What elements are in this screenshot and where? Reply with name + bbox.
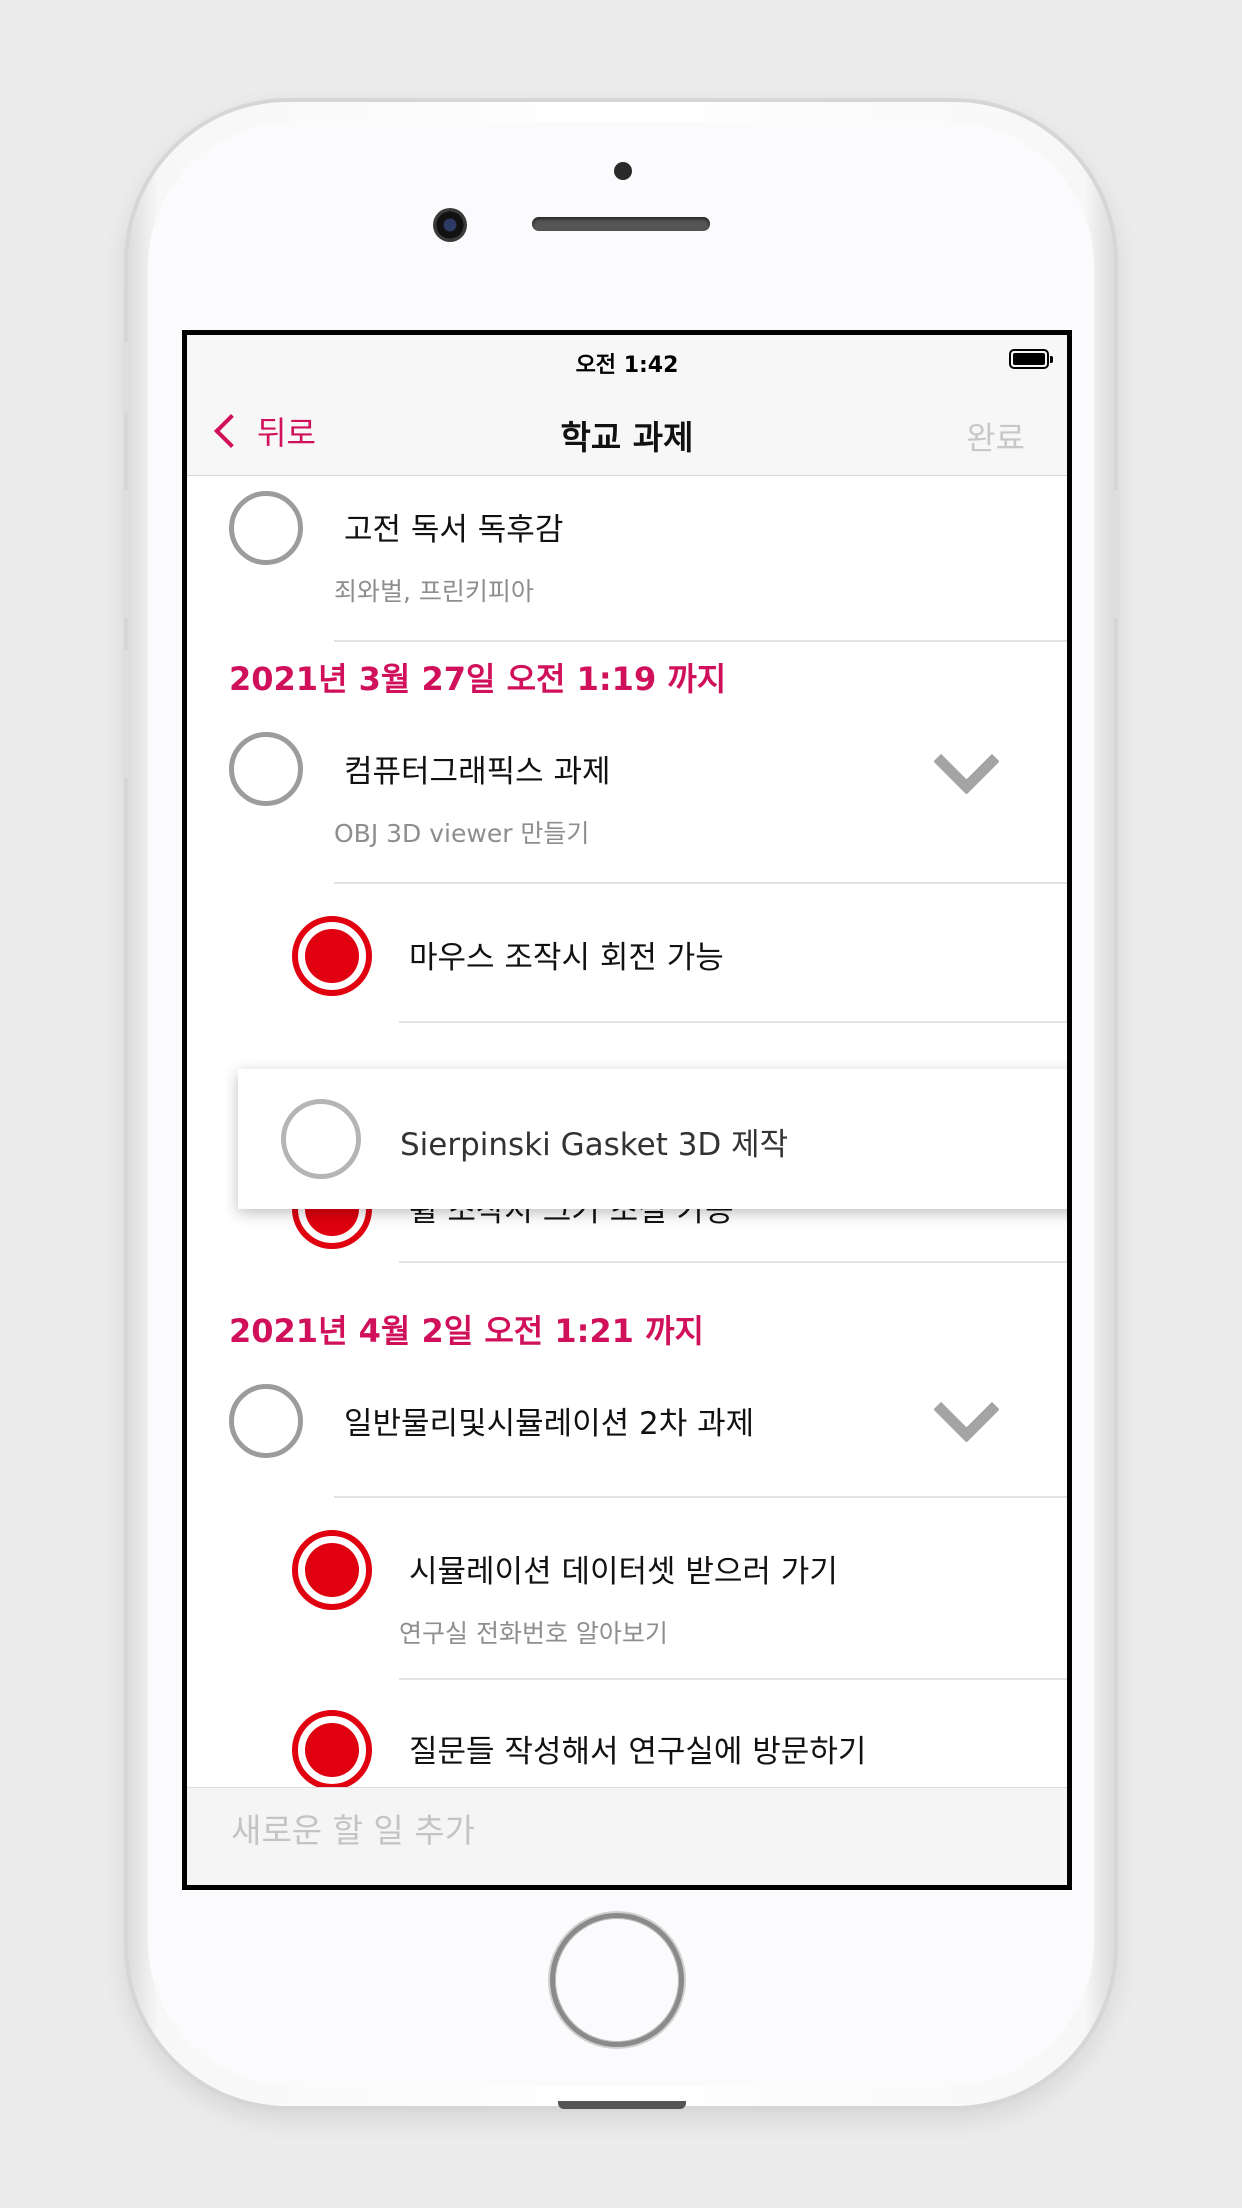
checkbox-circle-icon[interactable]	[229, 491, 303, 565]
checkbox-circle-icon[interactable]	[229, 1384, 303, 1458]
bottom-edge-detail	[558, 2101, 686, 2109]
dragging-list-item[interactable]: Sierpinski Gasket 3D 제작	[238, 1069, 1067, 1209]
earpiece-speaker	[532, 217, 710, 231]
chevron-down-icon[interactable]	[933, 728, 1000, 795]
status-bar: 오전 1:42	[187, 335, 1067, 389]
app-screen: 오전 1:42 뒤로 학교 과제 완료 고전 독서 독후감 죄와벌, 프린키피아…	[182, 330, 1072, 1890]
checkbox-checked-icon[interactable]	[292, 916, 372, 996]
add-todo-bar	[187, 1787, 1067, 1885]
item-title: 시뮬레이션 데이터셋 받으러 가기	[409, 1554, 838, 1590]
section-header-deadline: 2021년 3월 27일 오전 1:19 까지	[229, 660, 727, 698]
checkbox-circle-icon[interactable]	[229, 732, 303, 806]
list-item-graphics[interactable]: 컴퓨터그래픽스 과제 OBJ 3D viewer 만들기	[187, 714, 1067, 884]
new-todo-input[interactable]	[229, 1810, 933, 1851]
navigation-bar: 뒤로 학교 과제 완료	[187, 389, 1067, 476]
row-separator	[399, 1261, 1067, 1263]
checkbox-circle-icon[interactable]	[281, 1099, 361, 1179]
list-item-classic-reading[interactable]: 고전 독서 독후감 죄와벌, 프린키피아	[187, 476, 1067, 642]
battery-icon	[1009, 349, 1053, 369]
done-button[interactable]: 완료	[966, 413, 1025, 459]
item-title: 마우스 조작시 회전 가능	[409, 940, 724, 976]
item-subtitle: 죄와벌, 프린키피아	[334, 577, 534, 606]
mute-switch	[122, 342, 130, 412]
chevron-down-icon[interactable]	[933, 1376, 1000, 1443]
item-title: 질문들 작성해서 연구실에 방문하기	[409, 1734, 867, 1770]
todo-list[interactable]: 고전 독서 독후감 죄와벌, 프린키피아 2021년 3월 27일 오전 1:1…	[187, 476, 1067, 1788]
row-separator	[334, 882, 1067, 884]
item-subtitle: OBJ 3D viewer 만들기	[334, 819, 590, 848]
list-item-dataset[interactable]: 시뮬레이션 데이터셋 받으러 가기 연구실 전화번호 알아보기	[187, 1498, 1067, 1680]
checkbox-checked-icon[interactable]	[292, 1710, 372, 1788]
power-button	[1112, 490, 1120, 618]
item-title: 고전 독서 독후감	[344, 512, 564, 548]
item-subtitle: 연구실 전화번호 알아보기	[399, 1619, 668, 1648]
volume-up-button	[122, 490, 130, 618]
volume-down-button	[122, 650, 130, 778]
status-time: 오전 1:42	[575, 353, 679, 378]
front-camera	[436, 211, 464, 239]
list-item-mouse-rotate[interactable]: 마우스 조작시 회전 가능	[187, 886, 1067, 1023]
section-header-deadline: 2021년 4월 2일 오전 1:21 까지	[229, 1312, 704, 1350]
row-separator	[399, 1021, 1067, 1023]
home-button[interactable]	[555, 1918, 679, 2042]
list-item-physics[interactable]: 일반물리및시뮬레이션 2차 과제	[187, 1366, 1067, 1516]
row-separator	[334, 640, 1067, 642]
item-title: 컴퓨터그래픽스 과제	[344, 754, 611, 790]
proximity-sensor	[614, 162, 632, 180]
item-title: 일반물리및시뮬레이션 2차 과제	[344, 1406, 755, 1442]
page-title: 학교 과제	[560, 418, 694, 457]
checkbox-checked-icon[interactable]	[292, 1530, 372, 1610]
list-item-questions[interactable]: 질문들 작성해서 연구실에 방문하기	[187, 1680, 1067, 1788]
item-title: Sierpinski Gasket 3D 제작	[400, 1127, 789, 1163]
